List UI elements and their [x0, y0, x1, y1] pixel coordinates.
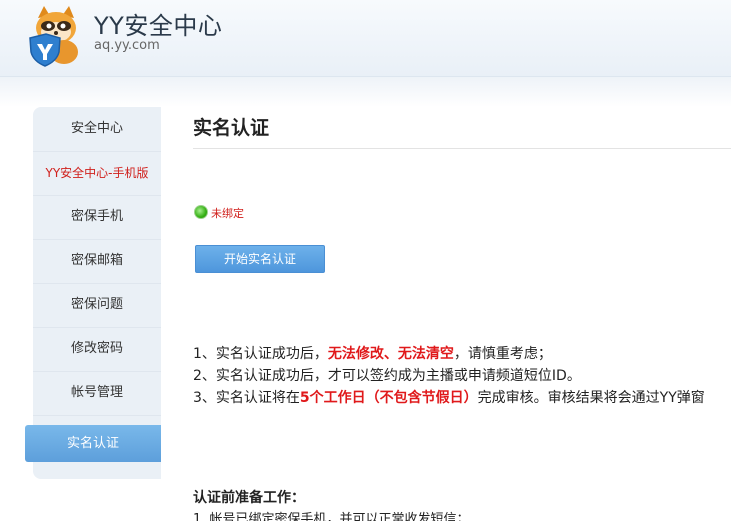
notes-list: 1、实名认证成功后，无法修改、无法清空，请慎重考虑； 2、实名认证成功后，才可以…	[193, 343, 731, 409]
note-3-suffix: 完成审核。审核结果将会通过YY弹窗	[477, 390, 705, 406]
note-3-highlight: 5个工作日（不包含节假日）	[299, 390, 478, 406]
note-1-suffix: ，请慎重考虑；	[453, 346, 552, 362]
page-title: 实名认证	[193, 117, 270, 139]
note-1-prefix: 1、实名认证成功后，	[193, 346, 328, 362]
sidebar-item-change-password[interactable]: 修改密码	[33, 327, 161, 372]
sidebar-item-mobile-version[interactable]: YY安全中心-手机版	[33, 151, 161, 196]
preparation-title: 认证前准备工作：	[193, 490, 305, 506]
note-3-prefix: 3、实名认证将在	[193, 390, 300, 406]
sidebar: 安全中心 YY安全中心-手机版 密保手机 密保邮箱 密保问题 修改密码 帐号管理…	[25, 107, 161, 479]
sidebar-item-security-question[interactable]: 密保问题	[33, 283, 161, 328]
note-item: 1、实名认证成功后，无法修改、无法清空，请慎重考虑；	[193, 343, 731, 365]
site-domain: aq.yy.com	[94, 38, 160, 53]
sidebar-item-real-name-auth[interactable]: 实名认证	[25, 425, 161, 462]
status-dot-icon	[194, 205, 208, 219]
header: YY安全中心 aq.yy.com	[0, 0, 731, 77]
sidebar-item-account-management[interactable]: 帐号管理	[33, 371, 161, 416]
preparation-item: 1. 帐号已绑定密保手机，并可以正常收发短信；	[193, 512, 470, 521]
header-band	[0, 77, 731, 107]
title-divider	[193, 148, 731, 149]
note-item: 2、实名认证成功后，才可以签约成为主播或申请频道短位ID。	[193, 368, 581, 384]
note-item: 3、实名认证将在5个工作日（不包含节假日）完成审核。审核结果将会通过YY弹窗	[193, 387, 731, 409]
status-text: 未绑定	[211, 207, 244, 220]
yy-mascot-logo-icon[interactable]	[24, 4, 88, 68]
site-title: YY安全中心	[94, 12, 223, 40]
note-1-highlight: 无法修改、无法清空	[327, 346, 454, 362]
sidebar-item-security-phone[interactable]: 密保手机	[33, 195, 161, 240]
start-real-name-auth-button[interactable]: 开始实名认证	[195, 245, 325, 273]
sidebar-item-security-email[interactable]: 密保邮箱	[33, 239, 161, 284]
sidebar-item-security-center[interactable]: 安全中心	[33, 107, 161, 152]
